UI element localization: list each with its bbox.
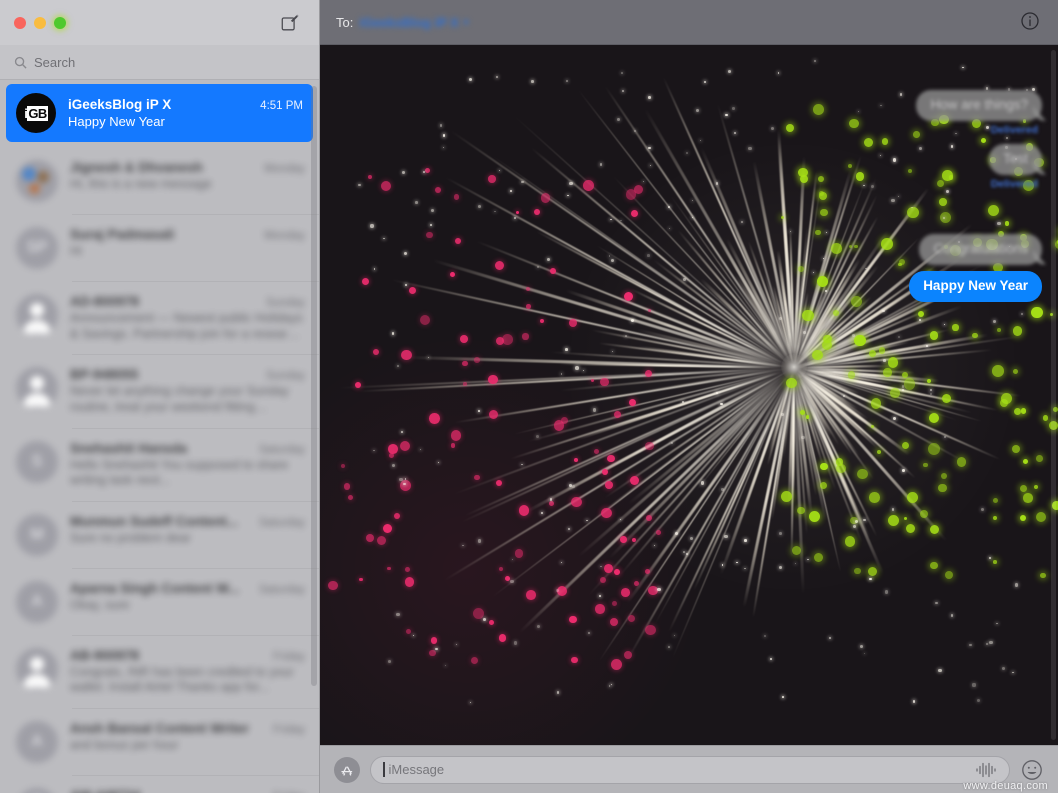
conversation-time: Sunday: [266, 297, 305, 309]
message-status: Delivered: [991, 124, 1038, 136]
avatar: M: [16, 514, 58, 556]
message-bubble[interactable]: How are things?: [916, 90, 1042, 121]
avatar: [16, 367, 58, 409]
conversation-preview: Okay, sure: [70, 598, 305, 614]
conversation-item[interactable]: AD-800978 Sunday Announcement — Newest p…: [0, 282, 319, 354]
zoom-button[interactable]: [54, 17, 66, 29]
site-watermark: www.deuaq.com: [963, 780, 1048, 792]
conversation-item[interactable]: AB-900978 Friday Congrats, INR has been …: [0, 636, 319, 708]
conversation-item[interactable]: SP Suraj Padmasali Monday Hi: [0, 215, 319, 281]
conversation-preview: Never let anything change your Sunday ro…: [70, 384, 305, 415]
conversation-name: Snehashit Hansda: [70, 441, 251, 456]
message-status: Delivered: [991, 178, 1038, 190]
conversation-name: AM-448734: [70, 788, 265, 793]
conversation-time: Sunday: [266, 370, 305, 382]
conversation-item[interactable]: AM-448734 Friday Received: [0, 776, 319, 793]
person-icon: [16, 367, 58, 409]
to-label: To:: [336, 15, 353, 30]
person-icon: [16, 294, 58, 336]
close-button[interactable]: [14, 17, 26, 29]
conversation-name: Suraj Padmasali: [70, 227, 256, 242]
conversation-preview: Hi, this is a new message: [70, 177, 305, 193]
avatar-initials: A: [32, 593, 43, 611]
conversation-name: AD-800978: [70, 294, 258, 309]
avatar: [16, 648, 58, 690]
avatar-initials: A: [32, 733, 43, 751]
minimize-button[interactable]: [34, 17, 46, 29]
conversation-item[interactable]: A Ansh Bansal Content Writer Friday and …: [0, 709, 319, 775]
search-icon: [14, 56, 27, 69]
sidebar-titlebar: [0, 0, 319, 45]
message-bubble[interactable]: Happy New Year: [909, 271, 1042, 302]
message-bubble[interactable]: Test: [989, 144, 1042, 175]
avatar: iGB: [16, 93, 56, 133]
recipient-name: iGeeksBlog iP X: [359, 15, 458, 30]
search-input[interactable]: [34, 55, 305, 70]
conversation-item[interactable]: S Snehashit Hansda Saturday Hello Snehas…: [0, 429, 319, 501]
avatar: A: [16, 721, 58, 763]
conversation-preview: Sure no problem dear: [70, 531, 305, 547]
conversation-name: Aparna Singh Content W...: [70, 581, 251, 596]
compose-pencil-square-icon[interactable]: [279, 12, 301, 34]
conversation-preview: and bonus per hour: [70, 738, 305, 754]
conversation-preview: Happy New Year: [68, 114, 303, 129]
sidebar-scrollbar[interactable]: [311, 86, 317, 686]
conversation-time: Monday: [264, 230, 305, 242]
avatar: SP: [16, 227, 58, 269]
conversation-list[interactable]: iGB iGeeksBlog iP X 4:51 PM Happy New Ye…: [0, 84, 319, 793]
conversation-name: Munmun Sudeff Content...: [70, 514, 251, 529]
text-caret: [383, 762, 385, 777]
conversation-item[interactable]: A Aparna Singh Content W... Saturday Oka…: [0, 569, 319, 635]
audio-waveform-icon[interactable]: [975, 761, 997, 779]
conversation-item[interactable]: M Munmun Sudeff Content... Saturday Sure…: [0, 502, 319, 568]
conversation-time: Friday: [273, 724, 305, 736]
search-bar[interactable]: [0, 45, 319, 80]
app-store-icon[interactable]: [334, 757, 360, 783]
conversation-item[interactable]: BP-948055 Sunday Never let anything chan…: [0, 355, 319, 427]
conversation-item-selected[interactable]: iGB iGeeksBlog iP X 4:51 PM Happy New Ye…: [6, 84, 313, 142]
messages-window: iGB iGeeksBlog iP X 4:51 PM Happy New Ye…: [0, 0, 1058, 793]
conversation-preview: Announcement — Newest public Holidays & …: [70, 311, 305, 342]
message-input-field[interactable]: [370, 756, 1010, 784]
message-list: How are things? Delivered Test Delivered…: [712, 90, 1042, 302]
conversation-time: Saturday: [259, 444, 305, 456]
conversation-name: Jignesh & Dhvanesh: [70, 160, 256, 175]
avatar: S: [16, 441, 58, 483]
avatar: A: [16, 581, 58, 623]
conversation-time: Friday: [273, 651, 305, 663]
conversation-name: iGeeksBlog iP X: [68, 97, 252, 112]
message-input[interactable]: [389, 762, 976, 777]
conversation-time: 4:51 PM: [260, 100, 303, 112]
igb-logo-icon: iGB: [24, 106, 48, 121]
chevron-down-icon[interactable]: ▾: [464, 17, 469, 28]
traffic-lights: [14, 17, 66, 29]
conversation-preview: Hello Snehashit You supposed to share wr…: [70, 458, 305, 489]
conversation-item[interactable]: Jignesh & Dhvanesh Monday Hi, this is a …: [0, 148, 319, 214]
conversation-time: Saturday: [259, 517, 305, 529]
person-icon: [16, 788, 58, 793]
avatar: [16, 788, 58, 793]
avatar: [16, 294, 58, 336]
conversation-scrollbar[interactable]: [1051, 50, 1056, 740]
avatar-initials: S: [32, 453, 43, 471]
conversations-sidebar: iGB iGeeksBlog iP X 4:51 PM Happy New Ye…: [0, 0, 320, 793]
conversation-name: Ansh Bansal Content Writer: [70, 721, 265, 736]
conversation-pane: To: iGeeksBlog iP X ▾ How are things? De: [320, 0, 1058, 793]
avatar: [16, 160, 58, 202]
info-circle-icon[interactable]: [1020, 11, 1042, 33]
conversation-preview: Hi: [70, 244, 305, 260]
conversation-name: BP-948055: [70, 367, 258, 382]
person-icon: [16, 648, 58, 690]
avatar-initials: SP: [26, 239, 47, 257]
compose-bar: [320, 745, 1058, 793]
emoji-smiley-icon[interactable]: [1020, 758, 1044, 782]
conversation-header: To: iGeeksBlog iP X ▾: [320, 0, 1058, 45]
conversation-preview: Congrats, INR has been credited to your …: [70, 665, 305, 696]
avatar-initials: M: [30, 526, 43, 544]
conversation-time: Saturday: [259, 584, 305, 596]
message-bubble[interactable]: Congratulations: [919, 234, 1042, 265]
recipient-field[interactable]: iGeeksBlog iP X ▾: [359, 15, 468, 30]
conversation-time: Monday: [264, 163, 305, 175]
conversation-name: AB-900978: [70, 648, 265, 663]
